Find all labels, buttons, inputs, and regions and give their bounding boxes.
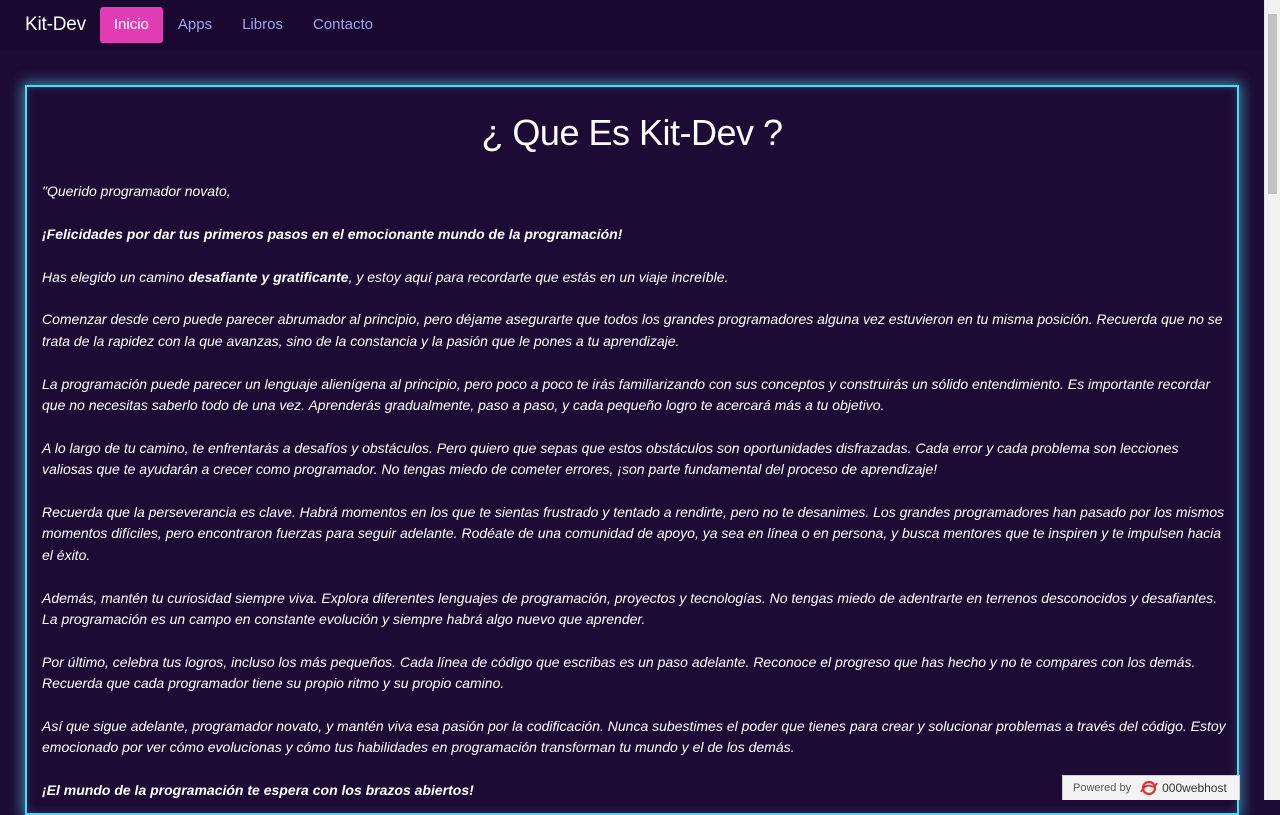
paragraph-perseverance: Recuerda que la perseverancia es clave. …: [42, 504, 1225, 563]
paragraph-congrats: ¡Felicidades por dar tus primeros pasos …: [42, 224, 1232, 245]
paragraph-challenges: A lo largo de tu camino, te enfrentarás …: [42, 439, 1179, 478]
paragraph-closing: ¡El mundo de la programación te espera c…: [42, 780, 1232, 801]
page-title: ¿ Que Es Kit-Dev ?: [481, 112, 783, 153]
scrollbar-thumb[interactable]: [1268, 14, 1277, 194]
paragraph-congrats-text: ¡Felicidades por dar tus primeros pasos …: [42, 225, 623, 242]
nav-item-inicio[interactable]: Inicio: [99, 7, 163, 43]
powered-by-label: Powered by: [1073, 782, 1132, 794]
vertical-scrollbar[interactable]: [1264, 0, 1280, 800]
content-card: ¿ Que Es Kit-Dev ? "Querido programador …: [25, 85, 1239, 815]
top-navbar: Kit-Dev Inicio Apps Libros Contacto: [0, 0, 1264, 50]
paragraph-language: La programación puede parecer un lenguaj…: [42, 375, 1211, 413]
nav-item-contacto[interactable]: Contacto: [298, 7, 388, 43]
paragraph-greeting: "Querido programador novato,: [42, 183, 231, 199]
paragraph-path-emphasis: desafiante y gratificante: [188, 268, 349, 285]
paragraph-keep-going: Así que sigue adelante, programador nova…: [42, 718, 1226, 756]
powered-by-badge[interactable]: Powered by 000webhost: [1062, 775, 1240, 800]
paragraph-celebrate: Por último, celebra tus logros, incluso …: [42, 653, 1196, 692]
nav-item-apps[interactable]: Apps: [163, 7, 227, 43]
powered-by-host: 000webhost: [1162, 781, 1227, 795]
000webhost-logo-icon: [1140, 780, 1158, 796]
letter-body: "Querido programador novato, ¡Felicidade…: [42, 181, 1232, 813]
paragraph-starting: Comenzar desde cero puede parecer abruma…: [42, 311, 1223, 349]
paragraph-curiosity: Además, mantén tu curiosidad siempre viv…: [42, 589, 1218, 628]
paragraph-closing-text: ¡El mundo de la programación te espera c…: [42, 782, 474, 799]
brand-logo[interactable]: Kit-Dev: [25, 14, 86, 36]
paragraph-path: Has elegido un camino desafiante y grati…: [42, 267, 1232, 288]
paragraph-path-end: , y estoy aquí para recordarte que estás…: [348, 268, 729, 285]
nav-item-libros[interactable]: Libros: [227, 7, 298, 43]
paragraph-path-start: Has elegido un camino: [42, 268, 189, 285]
